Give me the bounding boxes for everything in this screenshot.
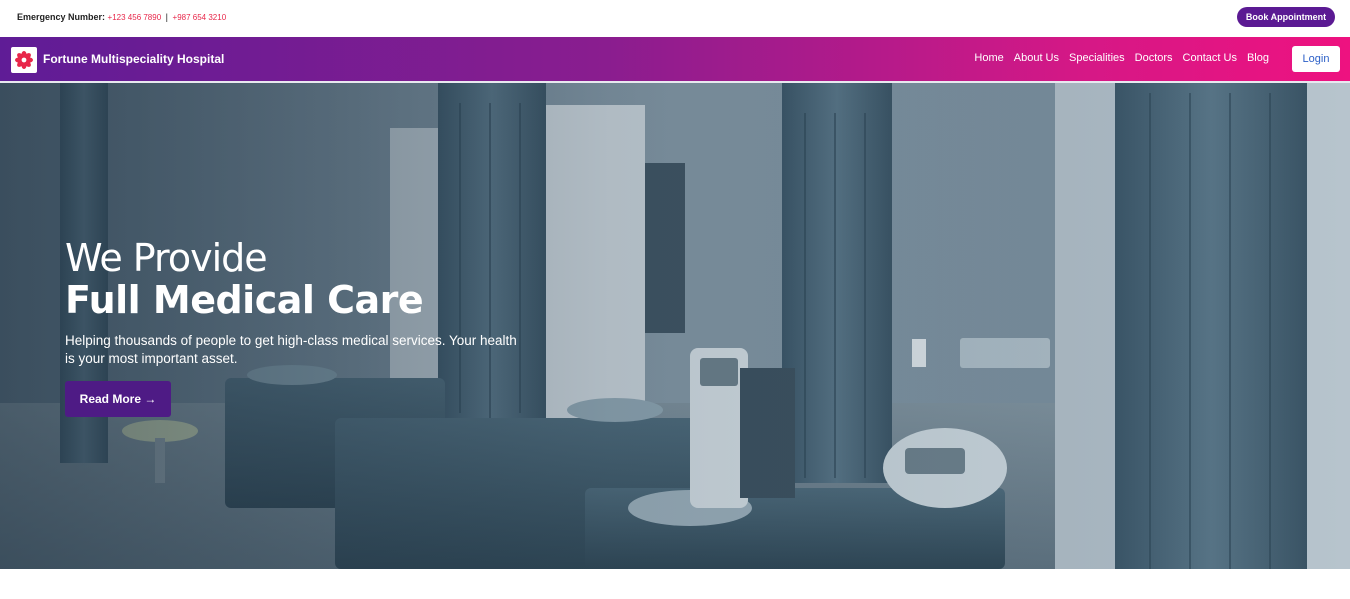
nav-link-contact-us[interactable]: Contact Us: [1183, 52, 1237, 64]
hero-description: Helping thousands of people to get high-…: [65, 333, 517, 366]
nav-links: Home About Us Specialities Doctors Conta…: [974, 52, 1269, 64]
emergency-label: Emergency Number:: [17, 12, 106, 22]
login-button[interactable]: Login: [1292, 46, 1340, 72]
top-bar: Emergency Number: +123 456 7890 | +987 6…: [0, 0, 1350, 37]
emergency-contact: Emergency Number: +123 456 7890 | +987 6…: [17, 12, 226, 22]
hero-subtitle: We Provide: [65, 236, 268, 280]
page-below-hero: [0, 569, 1350, 599]
phone-separator: |: [165, 12, 169, 22]
brand-name[interactable]: Fortune Multispeciality Hospital: [43, 52, 224, 66]
hero-content: We Provide Full Medical Care Helping tho…: [65, 236, 535, 417]
emergency-phone-1[interactable]: +123 456 7890: [108, 13, 162, 22]
flower-logo-icon[interactable]: [11, 47, 37, 73]
nav-link-specialities[interactable]: Specialities: [1069, 52, 1125, 64]
main-navbar: Fortune Multispeciality Hospital Home Ab…: [0, 37, 1350, 81]
nav-link-doctors[interactable]: Doctors: [1135, 52, 1173, 64]
hero-title: Full Medical Care: [65, 278, 424, 322]
emergency-phone-2[interactable]: +987 654 3210: [173, 13, 227, 22]
hero-section: We Provide Full Medical Care Helping tho…: [0, 83, 1350, 569]
book-appointment-button[interactable]: Book Appointment: [1237, 7, 1335, 27]
nav-link-about-us[interactable]: About Us: [1014, 52, 1059, 64]
read-more-button[interactable]: Read More →: [65, 381, 171, 417]
nav-link-blog[interactable]: Blog: [1247, 52, 1269, 64]
nav-link-home[interactable]: Home: [974, 52, 1003, 64]
